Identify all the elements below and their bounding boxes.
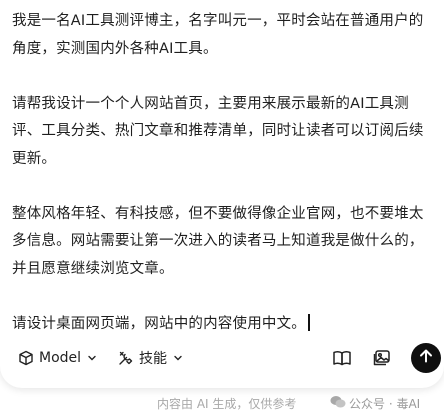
prompt-paragraph-3: 整体风格年轻、有科技感，但不要做得像企业官网，也不要堆太多信息。网站需要让第一次… — [12, 205, 424, 277]
image-upload-icon — [372, 349, 392, 367]
send-button[interactable] — [411, 343, 441, 373]
skills-selector-label: 技能 — [139, 351, 167, 367]
prompt-paragraph-1: 我是一名AI工具测评博主，名字叫元一，平时会站在普通用户的角度，实测国内外各种A… — [12, 13, 424, 57]
wechat-icon — [330, 395, 346, 412]
ai-disclaimer: 内容由 AI 生成，仅供参考 — [157, 397, 297, 411]
cube-icon — [18, 350, 34, 366]
footer: 内容由 AI 生成，仅供参考 公众号 · 毒AI — [0, 395, 444, 415]
prompt-text-area[interactable]: 我是一名AI工具测评博主，名字叫元一，平时会站在普通用户的角度，实测国内外各种A… — [12, 8, 436, 338]
book-open-icon — [332, 349, 352, 367]
arrow-up-icon — [418, 348, 434, 368]
model-selector-button[interactable]: Model — [18, 340, 98, 376]
prompt-paragraph-4: 请设计桌面网页端，网站中的内容使用中文。 — [12, 311, 436, 339]
chevron-down-icon — [86, 352, 98, 364]
book-button[interactable] — [332, 340, 352, 376]
chat-input-panel[interactable]: 我是一名AI工具测评博主，名字叫元一，平时会站在普通用户的角度，实测国内外各种A… — [0, 0, 444, 388]
image-upload-button[interactable] — [372, 340, 392, 376]
watermark: 公众号 · 毒AI — [330, 395, 420, 412]
skills-selector-button[interactable]: 技能 — [118, 340, 184, 376]
text-cursor — [308, 313, 310, 331]
watermark-text: 公众号 · 毒AI — [349, 397, 421, 411]
prompt-paragraph-2: 请帮我设计一个个人网站首页，主要用来展示最新的AI工具测评、工具分类、热门文章和… — [12, 95, 424, 167]
model-selector-label: Model — [39, 350, 82, 366]
chevron-down-icon — [172, 352, 184, 364]
prompt-paragraph-4-text: 请设计桌面网页端，网站中的内容使用中文。 — [12, 315, 306, 332]
input-toolbar: Model 技能 — [0, 340, 444, 376]
tools-icon — [118, 350, 134, 366]
